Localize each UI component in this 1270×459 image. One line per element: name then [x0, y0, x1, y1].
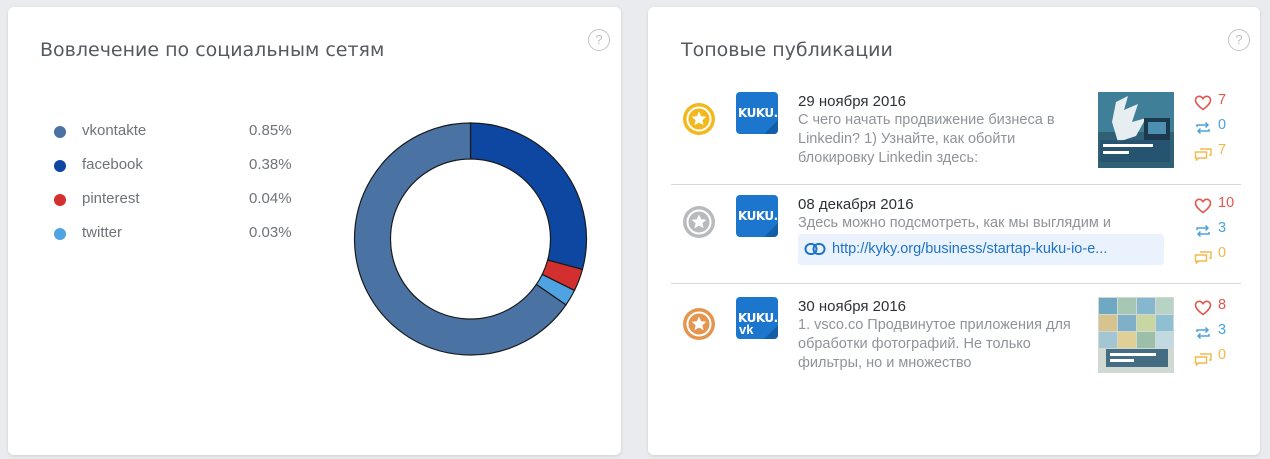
comments-stat[interactable]: 0	[1194, 347, 1244, 372]
reposts-stat[interactable]: 0	[1194, 117, 1244, 142]
post-date: 29 ноября 2016	[798, 93, 907, 110]
brand-logo: KUKU.IO vk	[736, 297, 778, 339]
divider	[671, 184, 1241, 185]
legend-item-vkontakte[interactable]: vkontakte 0.85%	[54, 122, 304, 156]
post-link[interactable]: http://kyky.org/business/startap-kuku-io…	[798, 234, 1164, 265]
engagement-donut-chart	[353, 122, 588, 356]
post-thumbnail[interactable]	[1098, 92, 1174, 168]
legend-label: vkontakte	[82, 122, 147, 139]
comments-stat[interactable]: 7	[1194, 142, 1244, 167]
bronze-medal-icon	[682, 307, 716, 341]
legend-item-facebook[interactable]: facebook 0.38%	[54, 156, 304, 190]
legend-value: 0.03%	[249, 224, 292, 241]
post-date: 08 декабря 2016	[798, 196, 914, 213]
link-icon	[804, 243, 826, 255]
comments-count: 0	[1218, 347, 1227, 363]
reposts-count: 0	[1218, 117, 1227, 133]
legend-value: 0.85%	[249, 122, 292, 139]
likes-count: 10	[1218, 195, 1235, 211]
legend-value: 0.38%	[249, 156, 292, 173]
comment-icon	[1194, 148, 1212, 161]
post-item[interactable]: KUKU.IO 29 ноября 2016 С чего начать про…	[672, 92, 1240, 196]
brand-logo: KUKU.IO	[736, 195, 778, 237]
repost-icon	[1196, 224, 1210, 238]
heart-icon	[1194, 198, 1212, 214]
legend-value: 0.04%	[249, 190, 292, 207]
vk-network-badge: vk	[739, 322, 754, 337]
post-link-url: http://kyky.org/business/startap-kuku-io…	[832, 241, 1108, 257]
post-date: 30 ноября 2016	[798, 298, 907, 315]
chart-legend: vkontakte 0.85% facebook 0.38% pinterest…	[54, 122, 304, 258]
legend-item-twitter[interactable]: twitter 0.03%	[54, 224, 304, 258]
legend-label: facebook	[82, 156, 143, 173]
legend-label: twitter	[82, 224, 123, 241]
help-icon[interactable]: ?	[588, 29, 610, 51]
brand-logo-text: KUKU.IO	[738, 106, 778, 120]
silver-medal-icon	[682, 205, 716, 239]
heart-icon	[1194, 300, 1212, 316]
post-text: Здесь можно подсмотреть, как мы выглядим…	[798, 215, 1111, 231]
comments-count: 7	[1218, 142, 1227, 158]
post-text: С чего начать продвижение бизнеса в Link…	[798, 112, 1055, 166]
reposts-stat[interactable]: 3	[1194, 322, 1244, 347]
likes-count: 7	[1218, 92, 1227, 108]
top-posts-card: Топовые публикации ? KUKU.IO 29 ноября 2…	[648, 7, 1260, 455]
comments-count: 0	[1218, 245, 1227, 261]
likes-stat[interactable]: 10	[1194, 195, 1244, 220]
post-stats: 7 0 7	[1194, 92, 1244, 167]
heart-icon	[1194, 95, 1212, 111]
engagement-title: Вовлечение по социальным сетям	[40, 39, 385, 61]
legend-item-pinterest[interactable]: pinterest 0.04%	[54, 190, 304, 224]
brand-logo: KUKU.IO	[736, 92, 778, 134]
comment-icon	[1194, 251, 1212, 264]
post-text: 1. vsco.co Продвинутое приложения для об…	[798, 317, 1071, 371]
comment-icon	[1194, 353, 1212, 366]
legend-swatch-twitter	[54, 228, 66, 240]
top-posts-title: Топовые публикации	[681, 39, 893, 61]
legend-label: pinterest	[82, 190, 140, 207]
likes-count: 8	[1218, 297, 1227, 313]
post-stats: 10 3 0	[1194, 195, 1244, 270]
engagement-card: Вовлечение по социальным сетям ? vkontak…	[8, 7, 621, 455]
reposts-count: 3	[1218, 322, 1227, 338]
legend-swatch-pinterest	[54, 194, 66, 206]
repost-icon	[1196, 326, 1210, 340]
brand-logo-text: KUKU.IO	[738, 209, 778, 223]
likes-stat[interactable]: 8	[1194, 297, 1244, 322]
reposts-stat[interactable]: 3	[1194, 220, 1244, 245]
repost-icon	[1196, 121, 1210, 135]
comments-stat[interactable]: 0	[1194, 245, 1244, 270]
gold-medal-icon	[682, 102, 716, 136]
likes-stat[interactable]: 7	[1194, 92, 1244, 117]
reposts-count: 3	[1218, 220, 1227, 236]
legend-swatch-vkontakte	[54, 126, 66, 138]
post-item[interactable]: KUKU.IO vk 30 ноября 2016 1. vsco.co Про…	[672, 297, 1240, 401]
donut-slice-facebook[interactable]	[469, 122, 588, 271]
divider	[671, 283, 1241, 284]
post-stats: 8 3 0	[1194, 297, 1244, 372]
help-icon[interactable]: ?	[1228, 29, 1250, 51]
legend-swatch-facebook	[54, 160, 66, 172]
post-thumbnail[interactable]	[1098, 297, 1174, 373]
